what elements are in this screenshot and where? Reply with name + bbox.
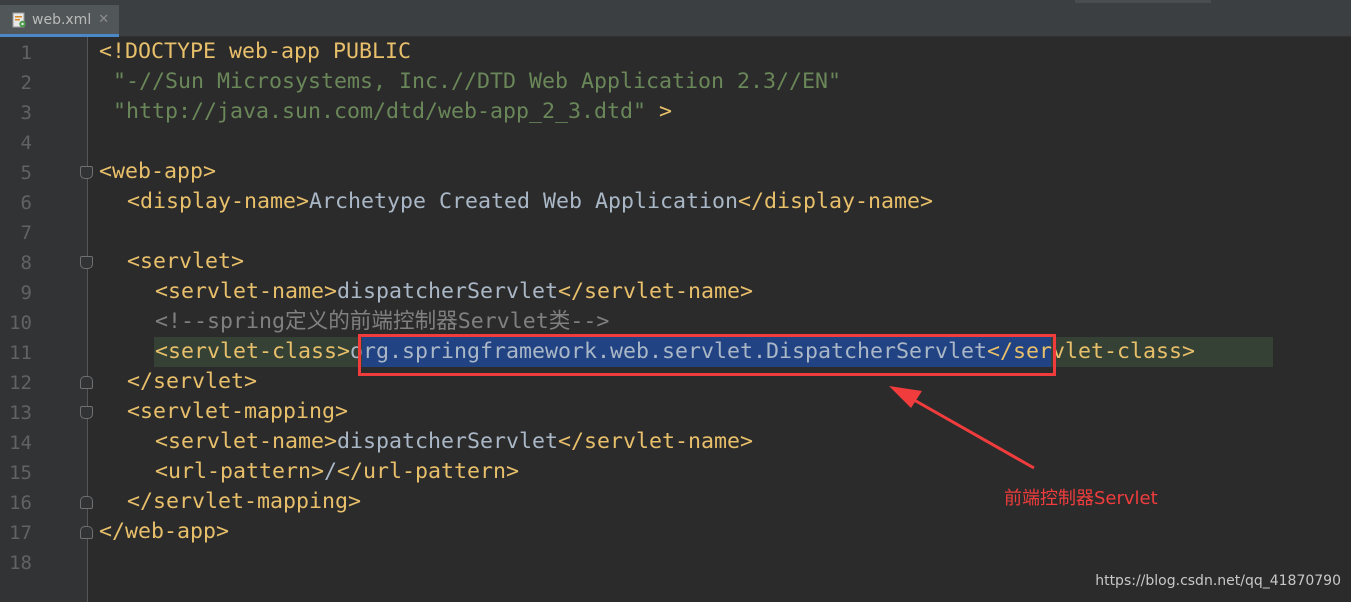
servlet-name-value: dispatcherServlet xyxy=(337,429,559,454)
line-number: 17 xyxy=(9,522,32,544)
url-pattern-open-tag: <url-pattern> xyxy=(155,459,325,484)
code-line-16: </servlet-mapping> xyxy=(127,487,361,517)
servlet-class-open-tag: <servlet-class> xyxy=(155,339,351,364)
servlet-name-close-tag: </servlet-name> xyxy=(558,279,754,304)
line-number: 16 xyxy=(9,492,32,514)
code-line-6: <display-name>Archetype Created Web Appl… xyxy=(127,187,933,217)
doctype-close: > xyxy=(646,99,673,124)
code-line-8: <servlet> xyxy=(127,247,244,277)
code-line-10: <!--spring定义的前端控制器Servlet类--> xyxy=(155,307,609,337)
line-number: 4 xyxy=(20,132,32,154)
public-id-string: "-//Sun Microsystems, Inc.//DTD Web Appl… xyxy=(113,69,842,94)
web-app-close-tag: </web-app> xyxy=(99,519,230,544)
code-line-12: </servlet> xyxy=(127,367,257,397)
code-editor[interactable]: <!DOCTYPE web-app PUBLIC "-//Sun Microsy… xyxy=(89,37,1351,602)
doctype-declaration: <!DOCTYPE web-app PUBLIC xyxy=(99,39,412,64)
tab-filename: web.xml xyxy=(32,11,92,28)
line-number: 14 xyxy=(9,432,32,454)
servlet-mapping-open-tag: <servlet-mapping> xyxy=(127,399,349,424)
line-number: 15 xyxy=(9,462,32,484)
servlet-close-tag: </servlet> xyxy=(127,369,258,394)
annotation-label: 前端控制器Servlet xyxy=(1004,488,1158,509)
editor-window: web.xml ✕ 1 2 3 4 5 6 7 8 9 10 11 12 13 … xyxy=(0,0,1351,602)
tab-web-xml[interactable]: web.xml ✕ xyxy=(0,5,119,37)
line-number: 9 xyxy=(20,282,32,304)
tab-bar: web.xml ✕ xyxy=(0,0,1351,37)
line-number: 18 xyxy=(9,552,32,574)
code-line-5: <web-app> xyxy=(99,157,216,187)
display-name-open-tag: <display-name> xyxy=(127,189,310,214)
code-line-9: <servlet-name>dispatcherServlet</servlet… xyxy=(155,277,753,307)
code-line-17: </web-app> xyxy=(99,517,229,547)
line-number: 12 xyxy=(9,372,32,394)
web-app-open-tag: <web-app> xyxy=(99,159,217,184)
line-number: 3 xyxy=(20,102,32,124)
xml-comment: <!--spring定义的前端控制器Servlet类--> xyxy=(155,309,610,334)
line-number: 11 xyxy=(9,342,32,364)
annotation-highlight-box xyxy=(358,334,1056,376)
display-name-close-tag: </display-name> xyxy=(738,189,934,214)
servlet-name-open-tag: <servlet-name> xyxy=(155,279,338,304)
code-line-3: "http://java.sun.com/dtd/web-app_2_3.dtd… xyxy=(113,97,672,127)
code-line-14: <servlet-name>dispatcherServlet</servlet… xyxy=(155,427,753,457)
close-icon[interactable]: ✕ xyxy=(98,12,109,27)
line-number: 6 xyxy=(20,192,32,214)
servlet-name-close-tag: </servlet-name> xyxy=(558,429,754,454)
line-number: 1 xyxy=(20,42,32,64)
code-line-1: <!DOCTYPE web-app PUBLIC xyxy=(99,37,411,67)
tab-bar-strip xyxy=(1075,0,1211,3)
xml-file-icon xyxy=(11,12,27,28)
servlet-name-value: dispatcherServlet xyxy=(337,279,559,304)
line-number: 2 xyxy=(20,72,32,94)
url-pattern-close-tag: </url-pattern> xyxy=(337,459,520,484)
line-number: 13 xyxy=(9,402,32,424)
servlet-name-open-tag: <servlet-name> xyxy=(155,429,338,454)
line-number: 10 xyxy=(9,312,32,334)
line-number: 5 xyxy=(20,162,32,184)
system-id-string: "http://java.sun.com/dtd/web-app_2_3.dtd… xyxy=(113,99,647,124)
line-number: 7 xyxy=(20,222,32,244)
code-line-2: "-//Sun Microsystems, Inc.//DTD Web Appl… xyxy=(113,67,841,97)
gutter: 1 2 3 4 5 6 7 8 9 10 11 12 13 14 15 16 1… xyxy=(0,37,93,602)
watermark: https://blog.csdn.net/qq_41870790 xyxy=(1095,573,1341,589)
url-pattern-value: / xyxy=(324,459,338,484)
servlet-open-tag: <servlet> xyxy=(127,249,245,274)
line-number: 8 xyxy=(20,252,32,274)
code-line-13: <servlet-mapping> xyxy=(127,397,348,427)
display-name-value: Archetype Created Web Application xyxy=(309,189,739,214)
code-line-15: <url-pattern>/</url-pattern> xyxy=(155,457,519,487)
servlet-mapping-close-tag: </servlet-mapping> xyxy=(127,489,362,514)
